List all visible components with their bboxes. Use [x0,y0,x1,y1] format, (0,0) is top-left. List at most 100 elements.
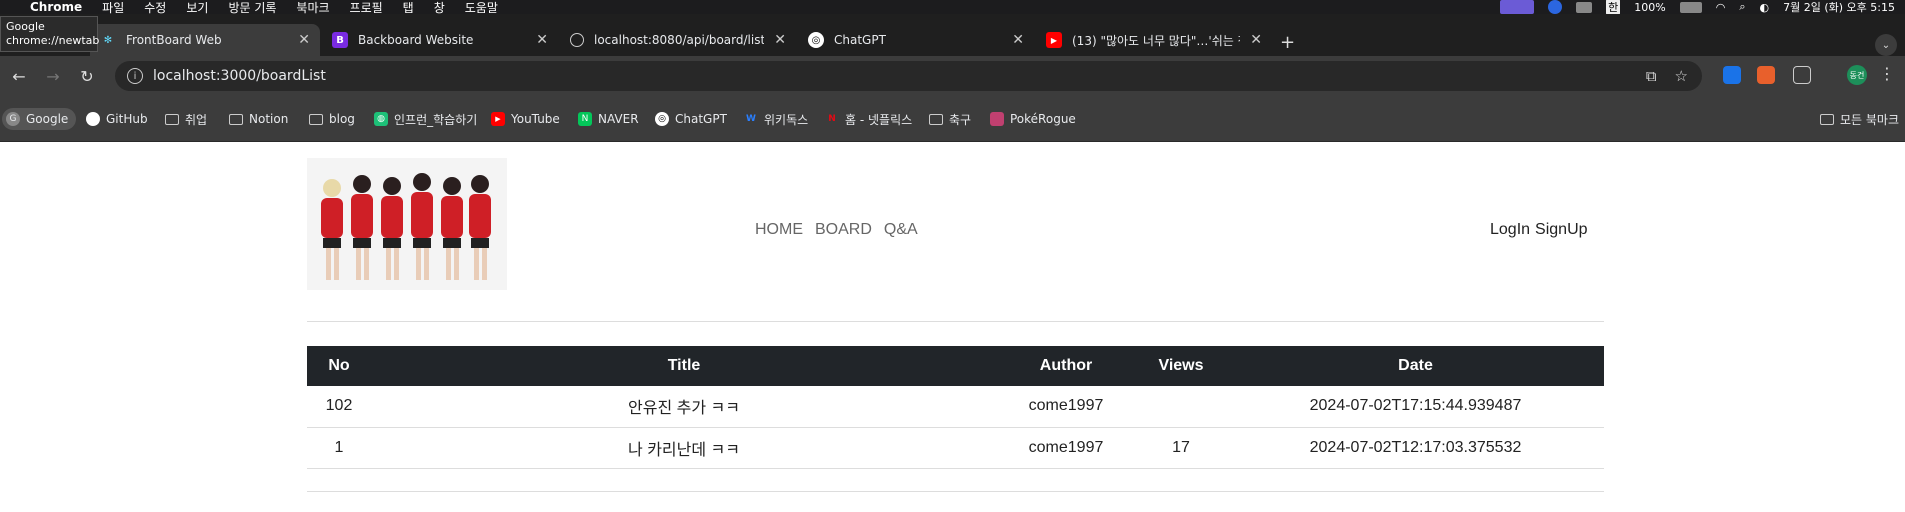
battery-percent: 100% [1634,0,1666,14]
tab-title: localhost:8080/api/board/list/ [594,33,765,47]
main-nav: HOME BOARD Q&A [755,221,918,239]
naver-icon: N [578,112,592,126]
bookmark-naver[interactable]: N NAVER [578,108,639,130]
bookmark-label: PokéRogue [1010,112,1076,126]
bookmark-chatgpt[interactable]: ◎ ChatGPT [655,108,727,130]
folder-icon [309,113,323,125]
tab-youtube[interactable]: ▶ (13) "많아도 너무 많다"…'쉬는 청 ✕ [1036,24,1272,56]
login-link[interactable]: LogIn [1490,221,1530,239]
nav-board-link[interactable]: BOARD [815,221,872,239]
tab-frontboard[interactable]: ✻ FrontBoard Web ✕ [90,24,320,56]
column-header-views: Views [1135,346,1227,386]
menubar-clock[interactable]: 7월 2일 (화) 오후 5:15 [1783,0,1895,15]
menu-chrome[interactable]: Chrome [30,0,82,14]
macos-menubar: Chrome 파일 수정 보기 방문 기록 북마크 프로필 탭 창 도움말 한 … [0,0,1905,15]
tab-chatgpt[interactable]: ◎ ChatGPT ✕ [798,24,1034,56]
bookmark-folder-blog[interactable]: blog [309,108,355,130]
tab-backboard[interactable]: B Backboard Website ✕ [322,24,558,56]
battery-icon[interactable] [1679,1,1702,13]
reload-button[interactable]: ↻ [72,67,102,86]
wikidocs-icon: W [746,114,756,124]
bookmark-label: YouTube [511,112,560,126]
netflix-icon: N [828,114,836,124]
wifi-icon[interactable]: ◠ [1716,1,1726,14]
tab-search-button[interactable]: ⌄ [1875,34,1897,56]
column-header-date: Date [1227,346,1604,386]
close-icon[interactable]: ✕ [536,32,548,48]
table-row[interactable]: 1 나 카리난데 ㅋㅋ come1997 17 2024-07-02T12:17… [307,427,1604,469]
bookmark-all-folder[interactable]: 모든 북마크 [1820,108,1899,130]
bookmark-label: 위키독스 [764,112,809,127]
address-bar[interactable]: i localhost:3000/boardList ⧉ ☆ [115,61,1702,91]
address-url[interactable]: localhost:3000/boardList [153,68,326,84]
bookmark-inflearn[interactable]: ◍ 인프런_학습하기 [374,108,477,130]
bookmark-pokerogue[interactable]: PokéRogue [990,108,1076,130]
bookmark-google[interactable]: G Google [2,108,77,130]
nav-qna-link[interactable]: Q&A [884,221,918,239]
bookmark-label: GitHub [106,112,148,126]
profile-avatar[interactable]: 동건 [1847,65,1867,85]
bookmarks-bar: G Google GitHub 취업 Notion blog ◍ 인프런_학습하… [0,96,1905,142]
bookmark-youtube[interactable]: ▶ YouTube [491,108,560,130]
table-header-row: No Title Author Views Date [307,346,1604,386]
signup-link[interactable]: SignUp [1535,221,1587,239]
extension-1password-icon[interactable] [1723,66,1741,84]
tab-strip: ✻ FrontBoard Web ✕ B Backboard Website ✕… [0,14,1905,56]
bookmark-label: Google [26,112,69,126]
bookmark-folder-job[interactable]: 취업 [165,108,207,130]
header-banner-image[interactable] [307,158,507,290]
auth-links: LogIn SignUp [1490,221,1588,239]
bookmark-star-icon[interactable]: ☆ [1675,67,1688,85]
bookmark-wikidocs[interactable]: W 위키독스 [744,108,808,130]
close-icon[interactable]: ✕ [1012,32,1024,48]
bookmark-label: blog [329,112,355,126]
close-icon[interactable]: ✕ [774,32,786,48]
bookmark-netflix[interactable]: N 홈 - 넷플릭스 [825,108,912,130]
tab-api[interactable]: localhost:8080/api/board/list/ ✕ [560,24,796,56]
input-language-icon[interactable]: 한 [1606,0,1621,15]
cell-views [1135,386,1227,428]
extension-icon[interactable] [1757,66,1775,84]
site-info-icon[interactable]: i [127,68,143,84]
forward-button[interactable]: → [38,67,68,86]
folder-icon [229,113,243,125]
tooltip-url: chrome://newtab [6,34,100,47]
column-header-title: Title [371,346,997,386]
react-icon: ✻ [103,34,113,46]
cell-date: 2024-07-02T12:17:03.375532 [1227,427,1604,469]
tab-tooltip: Google chrome://newtab [0,16,100,52]
nav-home-link[interactable]: HOME [755,221,803,239]
google-icon: G [6,112,20,126]
column-header-no: No [307,346,371,386]
spotlight-icon[interactable]: ⌕ [1739,0,1745,14]
bookmark-folder-notion[interactable]: Notion [229,108,288,130]
zoom-icon[interactable] [1548,0,1563,14]
board-table: No Title Author Views Date 102 안유진 추가 ㅋㅋ… [307,346,1604,469]
chrome-menu-icon[interactable]: ⋮ [1879,64,1895,83]
close-icon[interactable]: ✕ [298,32,310,48]
chatgpt-icon: ◎ [808,32,824,48]
cell-title[interactable]: 안유진 추가 ㅋㅋ [371,386,997,428]
screen-share-icon[interactable] [1500,0,1535,14]
bookmark-github[interactable]: GitHub [86,108,148,130]
bookmark-label: 홈 - 넷플릭스 [845,112,913,127]
youtube-icon: ▶ [1046,32,1062,48]
bookmark-label: 인프런_학습하기 [394,112,478,127]
new-tab-button[interactable]: + [1280,32,1295,53]
globe-icon [570,33,584,47]
cell-title[interactable]: 나 카리난데 ㅋㅋ [371,427,997,469]
bookmark-label: ChatGPT [675,112,727,126]
cell-no: 102 [307,386,371,428]
close-icon[interactable]: ✕ [1250,32,1262,48]
status-icon[interactable] [1576,1,1593,13]
tab-title: Backboard Website [358,33,474,47]
table-row[interactable]: 102 안유진 추가 ㅋㅋ come1997 2024-07-02T17:15:… [307,386,1604,428]
cell-author: come1997 [997,386,1135,428]
bookmark-label: 취업 [185,112,208,127]
back-button[interactable]: ← [4,67,34,86]
extensions-puzzle-icon[interactable] [1793,66,1811,84]
footer-divider [307,491,1604,492]
bookmark-folder-soccer[interactable]: 축구 [929,108,971,130]
install-app-icon[interactable]: ⧉ [1646,67,1657,85]
control-center-icon[interactable]: ◐ [1760,1,1770,14]
